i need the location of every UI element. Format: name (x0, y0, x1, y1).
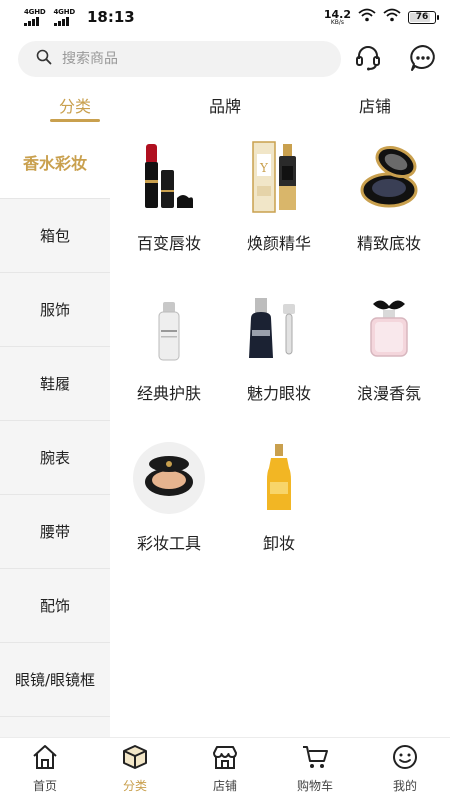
top-tabs: 分类 品牌 店铺 (0, 86, 450, 124)
subcategory-panel: 百变唇妆 Y 焕颜精华 精致底妆 经典护肤 魅力眼妆 浪漫香氛 彩妆工具 卸妆 (110, 125, 450, 737)
profile-icon (391, 744, 419, 774)
category-page: 4GHD 4GHD 18:13 14.2 KB/s 76 搜索商品 分类 品牌 … (0, 0, 450, 800)
wifi-icon (358, 8, 376, 26)
battery-icon: 76 (408, 10, 439, 24)
subcategory-serum[interactable]: Y 焕颜精华 (224, 140, 334, 270)
perfume-icon (351, 290, 427, 366)
subcategory-label: 彩妆工具 (136, 534, 201, 553)
tab-category[interactable]: 分类 (0, 86, 150, 124)
tab-store[interactable]: 店铺 (300, 86, 450, 124)
subcategory-label: 卸妆 (262, 534, 295, 553)
subcategory-skincare[interactable]: 经典护肤 (114, 290, 224, 420)
skincare-bottle-icon (131, 290, 207, 366)
search-header (0, 40, 450, 80)
signal-icon: 4GHD (24, 7, 46, 26)
nav-label: 购物车 (296, 779, 333, 793)
network-type: 4GHD (53, 7, 76, 16)
search-input[interactable] (62, 51, 302, 67)
subcategory-grid: 百变唇妆 Y 焕颜精华 精致底妆 经典护肤 魅力眼妆 浪漫香氛 彩妆工具 卸妆 (110, 140, 445, 570)
battery-level: 76 (415, 12, 429, 22)
sidebar-item-watches[interactable]: 腕表 (0, 421, 110, 495)
customer-service-button[interactable] (352, 44, 384, 76)
lipstick-icon (131, 140, 207, 216)
sidebar-item-eyewear[interactable]: 眼镜/眼镜框 (0, 643, 110, 717)
sidebar-item-belts[interactable]: 腰带 (0, 495, 110, 569)
nav-label: 首页 (32, 779, 57, 793)
category-sidebar: 香水彩妆 箱包 服饰 鞋履 腕表 腰带 配饰 眼镜/眼镜框 (0, 125, 110, 737)
store-icon (211, 744, 239, 774)
cart-icon (301, 744, 329, 774)
search-bar[interactable] (18, 41, 341, 77)
headset-icon (353, 43, 383, 77)
subcategory-label: 魅力眼妆 (246, 384, 311, 403)
subcategory-makeup-tools[interactable]: 彩妆工具 (114, 440, 224, 570)
clock: 18:13 (87, 8, 135, 26)
svg-text:Y: Y (259, 161, 269, 175)
search-icon (36, 49, 52, 69)
eye-serum-icon (241, 290, 317, 366)
subcategory-label: 精致底妆 (356, 234, 421, 253)
status-bar: 4GHD 4GHD 18:13 14.2 KB/s 76 (0, 0, 450, 34)
nav-profile[interactable]: 我的 (360, 738, 450, 800)
nav-store[interactable]: 店铺 (180, 738, 270, 800)
nav-category[interactable]: 分类 (90, 738, 180, 800)
subcategory-lip-makeup[interactable]: 百变唇妆 (114, 140, 224, 270)
subcategory-label: 经典护肤 (136, 384, 201, 403)
cleansing-oil-icon (241, 440, 317, 516)
nav-cart[interactable]: 购物车 (270, 738, 360, 800)
signal-icon: 4GHD (53, 7, 76, 26)
messages-button[interactable] (407, 44, 439, 76)
serum-icon: Y (241, 140, 317, 216)
wifi-icon (383, 8, 401, 26)
network-type: 4GHD (24, 7, 46, 16)
home-icon (31, 744, 59, 774)
sidebar-item-bags[interactable]: 箱包 (0, 199, 110, 273)
subcategory-fragrance[interactable]: 浪漫香氛 (334, 290, 444, 420)
sidebar-item-apparel[interactable]: 服饰 (0, 273, 110, 347)
subcategory-label: 焕颜精华 (246, 234, 311, 253)
tab-brand[interactable]: 品牌 (150, 86, 300, 124)
bottom-nav: 首页 分类 店铺 购物车 我的 (0, 737, 450, 800)
sidebar-item-accessories[interactable]: 配饰 (0, 569, 110, 643)
nav-label: 分类 (122, 779, 147, 793)
nav-label: 店铺 (212, 779, 237, 793)
cushion-icon (131, 440, 207, 516)
network-speed: 14.2 KB/s (323, 7, 351, 26)
subcategory-base-makeup[interactable]: 精致底妆 (334, 140, 444, 270)
subcategory-label: 百变唇妆 (136, 234, 201, 253)
category-box-icon (121, 744, 149, 774)
sidebar-item-perfume-makeup[interactable]: 香水彩妆 (0, 125, 110, 199)
sidebar-item-shoes[interactable]: 鞋履 (0, 347, 110, 421)
chat-bubble-icon (408, 43, 438, 77)
subcategory-makeup-remover[interactable]: 卸妆 (224, 440, 334, 570)
nav-home[interactable]: 首页 (0, 738, 90, 800)
compact-icon (351, 140, 427, 216)
subcategory-eye-makeup[interactable]: 魅力眼妆 (224, 290, 334, 420)
subcategory-label: 浪漫香氛 (356, 384, 421, 403)
nav-label: 我的 (392, 779, 417, 793)
